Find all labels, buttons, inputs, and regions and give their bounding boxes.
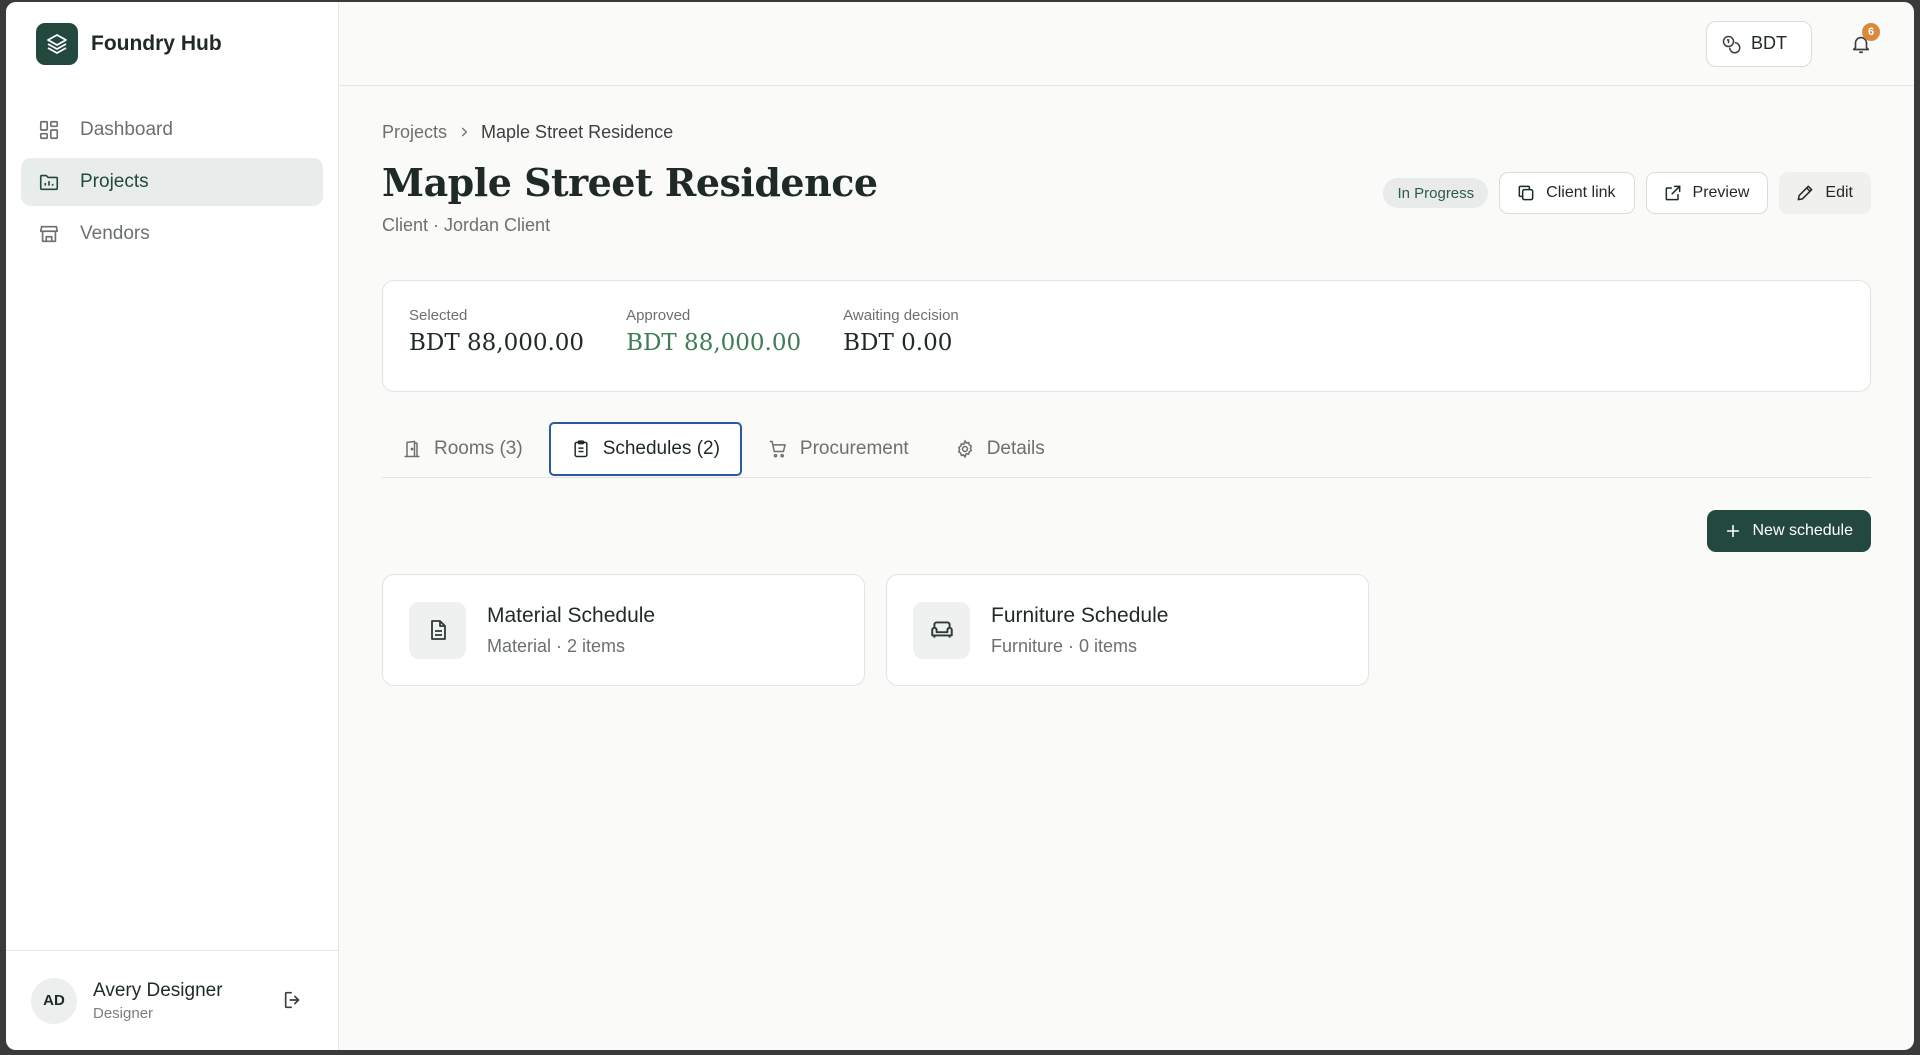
breadcrumb-current: Maple Street Residence <box>481 121 674 142</box>
tab-label: Details <box>986 438 1045 459</box>
currency-button[interactable]: BDT <box>1706 20 1812 67</box>
logout-icon[interactable] <box>282 989 304 1016</box>
main-area: BDT 6 Projects Maple Street Residence Ma… <box>339 2 1914 1050</box>
sidebar-item-label: Vendors <box>80 223 150 244</box>
copy-icon <box>1516 183 1536 203</box>
chevron-right-icon <box>457 125 471 139</box>
tab-label: Rooms (3) <box>434 438 523 459</box>
user-role: Designer <box>93 1004 154 1022</box>
sidebar: Foundry Hub Dashboard Projects Vendors A… <box>6 2 339 1050</box>
client-link-label: Client link <box>1546 184 1616 201</box>
coins-icon <box>1721 34 1741 54</box>
edit-button[interactable]: Edit <box>1779 172 1871 214</box>
client-link-button[interactable]: Client link <box>1499 172 1635 214</box>
tab-procurement[interactable]: Procurement <box>748 422 929 476</box>
schedules-toolbar: New schedule <box>382 510 1871 552</box>
stat-approved: Approved BDT 88,000.00 <box>626 307 801 391</box>
breadcrumb-projects-link[interactable]: Projects <box>382 122 447 143</box>
schedule-title: Material Schedule <box>487 603 656 627</box>
stat-value: BDT 88,000.00 <box>626 330 802 356</box>
door-icon <box>402 439 422 459</box>
stat-selected: Selected BDT 88,000.00 <box>409 307 584 391</box>
gear-icon <box>955 439 975 459</box>
status-badge: In Progress <box>1383 178 1489 208</box>
preview-label: Preview <box>1692 184 1750 201</box>
stat-label: Selected <box>409 307 468 324</box>
tab-rooms[interactable]: Rooms (3) <box>382 422 543 476</box>
sidebar-nav: Dashboard Projects Vendors <box>6 106 338 258</box>
external-link-icon <box>1663 183 1683 203</box>
sidebar-item-dashboard[interactable]: Dashboard <box>21 106 323 154</box>
layers-icon <box>36 23 78 65</box>
project-tabs: Rooms (3) Schedules (2) Procurement Deta… <box>382 422 1871 478</box>
app-window: Foundry Hub Dashboard Projects Vendors A… <box>6 2 1914 1050</box>
stat-value: BDT 0.00 <box>843 330 953 356</box>
sidebar-item-vendors[interactable]: Vendors <box>21 210 323 258</box>
sidebar-item-label: Dashboard <box>80 119 173 140</box>
new-schedule-label: New schedule <box>1752 522 1854 539</box>
schedule-subtitle: Material · 2 items <box>487 635 626 656</box>
sidebar-item-label: Projects <box>80 171 149 192</box>
edit-label: Edit <box>1825 184 1853 201</box>
document-icon <box>409 601 466 659</box>
project-content: Projects Maple Street Residence Maple St… <box>339 86 1914 686</box>
clipboard-icon <box>571 439 591 459</box>
stat-label: Approved <box>626 307 691 324</box>
tab-label: Schedules (2) <box>602 438 720 459</box>
stat-value: BDT 88,000.00 <box>409 330 585 356</box>
plus-icon <box>1725 523 1741 539</box>
brand[interactable]: Foundry Hub <box>6 2 338 86</box>
stat-label: Awaiting decision <box>843 307 959 324</box>
store-icon <box>38 222 62 246</box>
budget-summary: Selected BDT 88,000.00 Approved BDT 88,0… <box>382 280 1871 392</box>
pencil-icon <box>1795 183 1815 203</box>
notifications-button[interactable]: 6 <box>1846 22 1880 59</box>
avatar[interactable]: AD <box>31 977 77 1024</box>
dashboard-icon <box>38 118 62 142</box>
notification-badge: 6 <box>1862 22 1880 41</box>
schedule-card-material[interactable]: Material Schedule Material · 2 items <box>382 574 865 686</box>
new-schedule-button[interactable]: New schedule <box>1706 510 1871 552</box>
user-panel: AD Avery Designer Designer <box>6 950 338 1050</box>
schedule-subtitle: Furniture · 0 items <box>991 635 1138 656</box>
tab-schedules[interactable]: Schedules (2) <box>548 422 742 476</box>
topbar: BDT 6 <box>339 2 1914 86</box>
sidebar-item-projects[interactable]: Projects <box>21 158 323 206</box>
schedule-card-furniture[interactable]: Furniture Schedule Furniture · 0 items <box>886 574 1369 686</box>
preview-button[interactable]: Preview <box>1645 172 1769 214</box>
page-subtitle: Client · Jordan Client <box>382 215 551 235</box>
breadcrumb: Projects Maple Street Residence <box>382 120 1871 144</box>
sofa-icon <box>913 601 970 659</box>
tab-details[interactable]: Details <box>935 422 1065 476</box>
user-name: Avery Designer <box>93 979 223 1001</box>
tab-label: Procurement <box>799 438 909 459</box>
brand-name: Foundry Hub <box>91 32 222 55</box>
project-actions: In Progress Client link Preview Edit <box>1383 172 1871 214</box>
schedule-list: Material Schedule Material · 2 items Fur… <box>382 574 1871 686</box>
cart-icon <box>768 439 788 459</box>
folder-chart-icon <box>38 170 62 194</box>
currency-label: BDT <box>1751 33 1787 53</box>
stat-awaiting: Awaiting decision BDT 0.00 <box>843 307 959 391</box>
schedule-title: Furniture Schedule <box>991 603 1169 627</box>
